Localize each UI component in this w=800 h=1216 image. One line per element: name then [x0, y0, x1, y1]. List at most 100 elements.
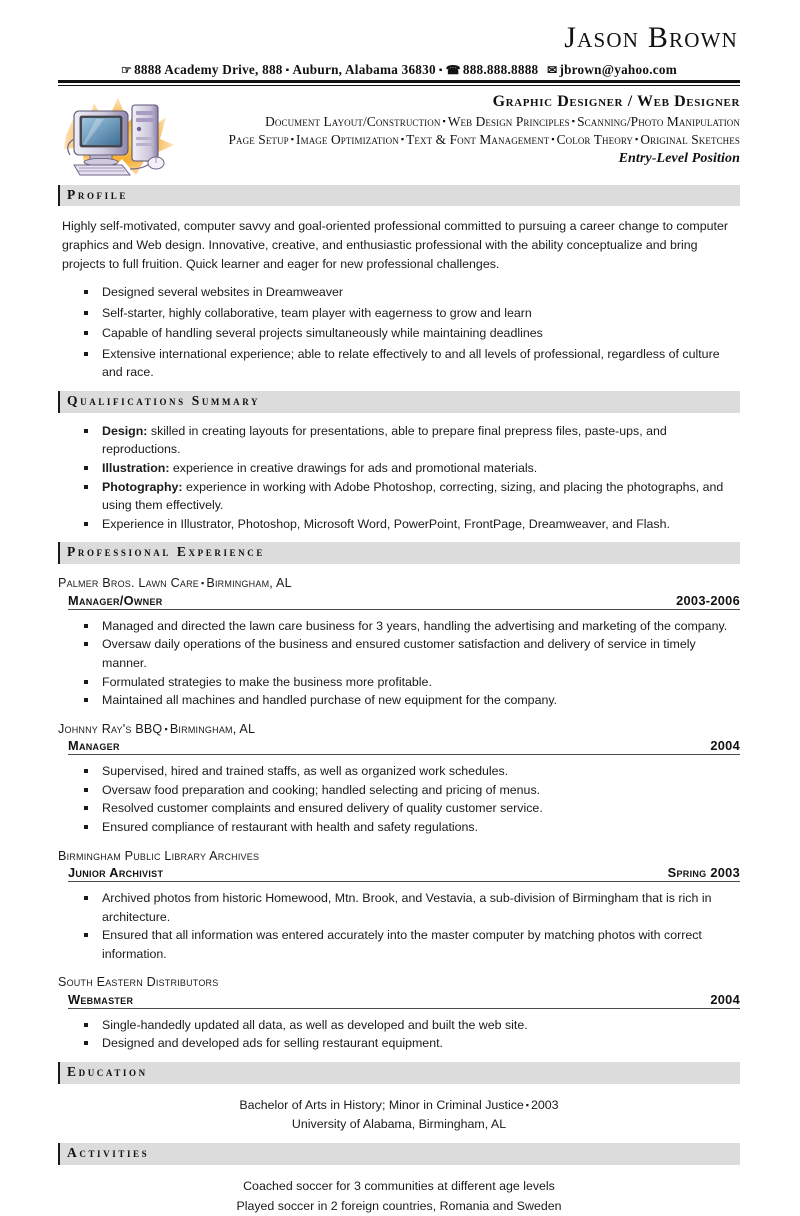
- section-heading-qualifications: Qualifications Summary: [58, 390, 740, 413]
- section-heading-education: Education: [58, 1061, 740, 1084]
- specialty-item: Page Setup: [228, 132, 289, 148]
- experience-entry: Johnny Ray's BBQ ▪ Birmingham, AL Manager …: [58, 721, 740, 837]
- bullet-separator-icon: ▪: [525, 1099, 529, 1110]
- job-bullet-list: Archived photos from historic Homewood, …: [58, 889, 740, 963]
- list-item: Managed and directed the lawn care busin…: [58, 617, 740, 636]
- list-item: Designed several websites in Dreamweaver: [58, 283, 740, 302]
- contact-line: ☞ 8888 Academy Drive, 888 ▪ Auburn, Alabama…: [58, 62, 740, 78]
- desktop-computer-illustration: [64, 96, 174, 175]
- list-item: Maintained all machines and handled purc…: [58, 691, 740, 710]
- job-dates: Spring 2003: [667, 864, 740, 880]
- job-bullet-list: Managed and directed the lawn care busin…: [58, 617, 740, 710]
- specialty-item: Document Layout/Construction: [265, 113, 441, 129]
- specialty-item: Scanning/Photo Manipulation: [577, 113, 740, 129]
- company-name: Palmer Bros. Lawn Care: [58, 576, 199, 591]
- qualifications-bullet-list: Design: skilled in creating layouts for …: [58, 422, 740, 534]
- experience-entry: South Eastern Distributors Webmaster 200…: [58, 974, 740, 1053]
- list-item: Illustration: experience in creative dra…: [58, 459, 740, 478]
- list-item: Designed and developed ads for selling r…: [58, 1034, 740, 1053]
- list-item: Ensured compliance of restaurant with he…: [58, 818, 740, 837]
- list-item: Oversaw food preparation and cooking; ha…: [58, 781, 740, 800]
- company-location: Birmingham, AL: [206, 576, 292, 591]
- company-name: South Eastern Distributors: [58, 975, 219, 990]
- title-block: Graphic Designer / Web Designer Document…: [58, 86, 740, 176]
- experience-entry: Palmer Bros. Lawn Care ▪ Birmingham, AL Ma…: [58, 575, 740, 709]
- section-heading-activities: Activities: [58, 1143, 740, 1165]
- job-title: Manager: [68, 738, 120, 754]
- activity-line: Played soccer in 2 foreign countries, Ro…: [236, 1198, 562, 1213]
- house-icon: ☞: [121, 62, 133, 77]
- company-line: Palmer Bros. Lawn Care ▪ Birmingham, AL: [58, 575, 740, 591]
- bullet-separator-icon: [538, 65, 547, 76]
- company-location: Birmingham, AL: [169, 721, 256, 736]
- specialty-item: Web Design Principles: [447, 113, 570, 129]
- list-item: Oversaw daily operations of the business…: [58, 635, 740, 672]
- list-item: Extensive international experience; able…: [58, 345, 740, 382]
- job-bullet-list: Supervised, hired and trained staffs, as…: [58, 762, 740, 836]
- job-title-row: Webmaster 2004: [68, 992, 740, 1009]
- specialty-item: Original Sketches: [640, 132, 740, 148]
- company-name: Birmingham Public Library Archives: [58, 848, 260, 863]
- qualification-text: Experience in Illustrator, Photoshop, Mi…: [102, 516, 670, 531]
- list-item: Single-handedly updated all data, as wel…: [58, 1016, 740, 1035]
- bullet-separator-icon: ▪: [290, 134, 295, 145]
- qualification-lead: Illustration:: [102, 461, 170, 476]
- specialty-item: Color Theory: [556, 132, 634, 148]
- list-item: Supervised, hired and trained staffs, as…: [58, 762, 740, 781]
- bullet-separator-icon: ▪: [438, 64, 443, 76]
- education-year: 2003: [531, 1097, 559, 1112]
- contact-city-state-zip: Auburn, Alabama 36830: [292, 61, 436, 77]
- education-degree: Bachelor of Arts in History; Minor in Cr…: [239, 1097, 524, 1112]
- job-dates: 2004: [710, 738, 740, 754]
- list-item: Self-starter, highly collaborative, team…: [58, 304, 740, 323]
- company-line: Johnny Ray's BBQ ▪ Birmingham, AL: [58, 721, 740, 737]
- section-heading-profile: Profile: [58, 184, 740, 207]
- bullet-separator-icon: ▪: [442, 115, 446, 126]
- section-heading-experience: Professional Experience: [58, 542, 740, 565]
- resume-page: Jason Brown ☞ 8888 Academy Drive, 888 ▪ Aub…: [0, 0, 800, 1213]
- qualification-text: experience in creative drawings for ads …: [169, 461, 538, 476]
- header-name-block: Jason Brown: [58, 0, 740, 54]
- qualification-text: experience in working with Adobe Photosh…: [102, 479, 724, 513]
- page-title: Jason Brown: [564, 21, 738, 54]
- job-bullet-list: Single-handedly updated all data, as wel…: [58, 1016, 740, 1053]
- job-dates: 2003-2006: [676, 592, 740, 608]
- list-item: Design: skilled in creating layouts for …: [58, 422, 740, 459]
- job-title: Webmaster: [68, 991, 134, 1007]
- qualification-lead: Design:: [102, 423, 148, 438]
- list-item: Capable of handling several projects sim…: [58, 324, 740, 343]
- bullet-separator-icon: ▪: [285, 64, 290, 76]
- specialty-item: Image Optimization: [296, 132, 399, 148]
- profile-paragraph: Highly self-motivated, computer savvy an…: [62, 219, 728, 272]
- list-item: Formulated strategies to make the busine…: [58, 673, 740, 692]
- contact-phone: 888.888.8888: [462, 61, 539, 77]
- job-title-row: Junior Archivist Spring 2003: [68, 865, 740, 882]
- list-item: Resolved customer complaints and ensured…: [58, 799, 740, 818]
- list-item: Archived photos from historic Homewood, …: [58, 889, 740, 926]
- job-title-row: Manager/Owner 2003-2006: [68, 593, 740, 610]
- list-item: Photography: experience in working with …: [58, 478, 740, 515]
- job-title: Junior Archivist: [68, 864, 164, 880]
- contact-email[interactable]: jbrown@yahoo.com: [559, 62, 677, 77]
- company-name: Johnny Ray's BBQ: [58, 721, 163, 736]
- specialty-item: Text & Font Management: [406, 132, 550, 148]
- list-item: Ensured that all information was entered…: [58, 926, 740, 963]
- experience-entry: Birmingham Public Library Archives Junio…: [58, 848, 740, 964]
- profile-bullet-list: Designed several websites in Dreamweaver…: [58, 283, 740, 382]
- telephone-icon: ☎: [445, 62, 461, 77]
- activity-line: Coached soccer for 3 communities at diff…: [243, 1178, 555, 1193]
- qualification-lead: Photography:: [102, 479, 183, 494]
- bullet-separator-icon: ▪: [551, 134, 555, 145]
- list-item: Experience in Illustrator, Photoshop, Mi…: [58, 515, 740, 534]
- job-dates: 2004: [710, 991, 740, 1007]
- education-degree-line: Bachelor of Arts in History; Minor in Cr…: [58, 1096, 740, 1115]
- contact-address: 8888 Academy Drive, 888: [134, 61, 283, 77]
- job-title: Manager/Owner: [68, 592, 163, 608]
- education-school: University of Alabama, Birmingham, AL: [291, 1117, 507, 1132]
- education-block: Bachelor of Arts in History; Minor in Cr…: [58, 1096, 740, 1134]
- envelope-icon: ✉: [547, 62, 558, 77]
- activities-block: Coached soccer for 3 communities at diff…: [58, 1177, 740, 1215]
- job-title-row: Manager 2004: [68, 738, 740, 756]
- bullet-separator-icon: ▪: [164, 723, 168, 734]
- resume-content: Jason Brown ☞ 8888 Academy Drive, 888 ▪ Aub…: [58, 0, 740, 1216]
